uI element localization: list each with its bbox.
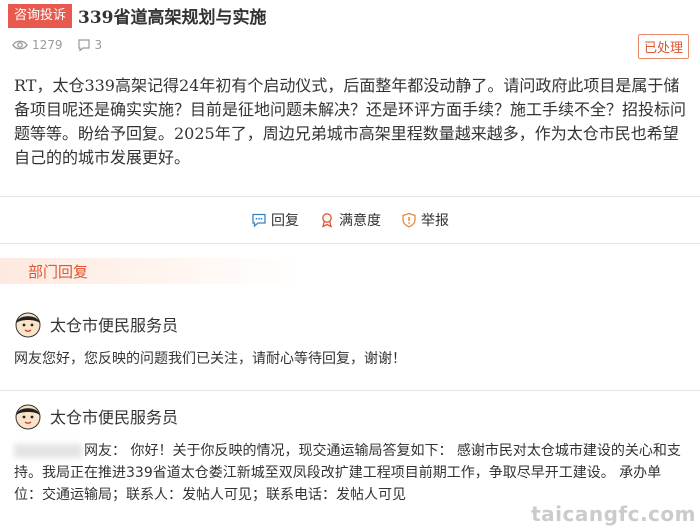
report-label: 举报 <box>421 213 449 229</box>
reply-label: 回复 <box>271 213 299 229</box>
satisfaction-button[interactable]: 满意度 <box>319 210 381 230</box>
comment-icon <box>77 39 90 52</box>
redacted-name <box>14 444 82 458</box>
reply-author: 太仓市便民服务员 <box>50 408 179 427</box>
reply-item-1: 太仓市便民服务员 网友您好，您反映的问题我们已关注，请耐心等待回复，谢谢！ <box>14 310 686 370</box>
department-reply-title: 部门回复 <box>28 263 89 281</box>
shield-alert-icon <box>402 212 416 228</box>
reply-text-content: 网友： 你好！关于你反映的情况，现交通运输局答复如下： 感谢市民对太仓城市建设的… <box>14 443 681 503</box>
post-title: 339省道高架规划与实施 <box>78 8 267 28</box>
post-meta: 1279 3 <box>12 38 102 52</box>
comments-count: 3 <box>77 38 103 52</box>
avatar-icon <box>15 404 41 430</box>
divider-reply <box>0 390 700 391</box>
award-icon <box>322 213 332 228</box>
post-actions: 回复 满意度 举报 <box>0 210 700 230</box>
comments-value: 3 <box>94 38 103 52</box>
views-count: 1279 <box>12 38 63 52</box>
status-badge: 已处理 <box>637 34 689 59</box>
reply-text: 网友： 你好！关于你反映的情况，现交通运输局答复如下： 感谢市民对太仓城市建设的… <box>14 440 686 506</box>
post-content: RT，太仓339高架记得24年初有个启动仪式，后面整年都没动静了。请问政府此项目… <box>14 76 687 167</box>
eye-icon <box>12 40 28 50</box>
reply-author: 太仓市便民服务员 <box>50 316 179 335</box>
category-tag[interactable]: 咨询投诉 <box>8 3 73 28</box>
avatar-icon <box>15 312 41 338</box>
reply-header: 太仓市便民服务员 <box>14 310 686 338</box>
reply-icon <box>252 213 266 228</box>
reply-button[interactable]: 回复 <box>251 210 299 230</box>
reply-header: 太仓市便民服务员 <box>14 402 686 430</box>
report-button[interactable]: 举报 <box>401 210 449 230</box>
post-title-row: 咨询投诉 339省道高架规划与实施 <box>8 3 267 28</box>
department-reply-tab: 部门回复 <box>0 258 300 284</box>
divider-top <box>0 196 700 197</box>
divider-middle <box>0 243 700 244</box>
reply-text: 网友您好，您反映的问题我们已关注，请耐心等待回复，谢谢！ <box>14 351 406 367</box>
watermark: taicangfc.com <box>531 502 696 526</box>
reply-item-2: 太仓市便民服务员 网友： 你好！关于你反映的情况，现交通运输局答复如下： 感谢市… <box>14 402 686 506</box>
views-value: 1279 <box>32 38 63 52</box>
satisfaction-label: 满意度 <box>339 213 381 229</box>
